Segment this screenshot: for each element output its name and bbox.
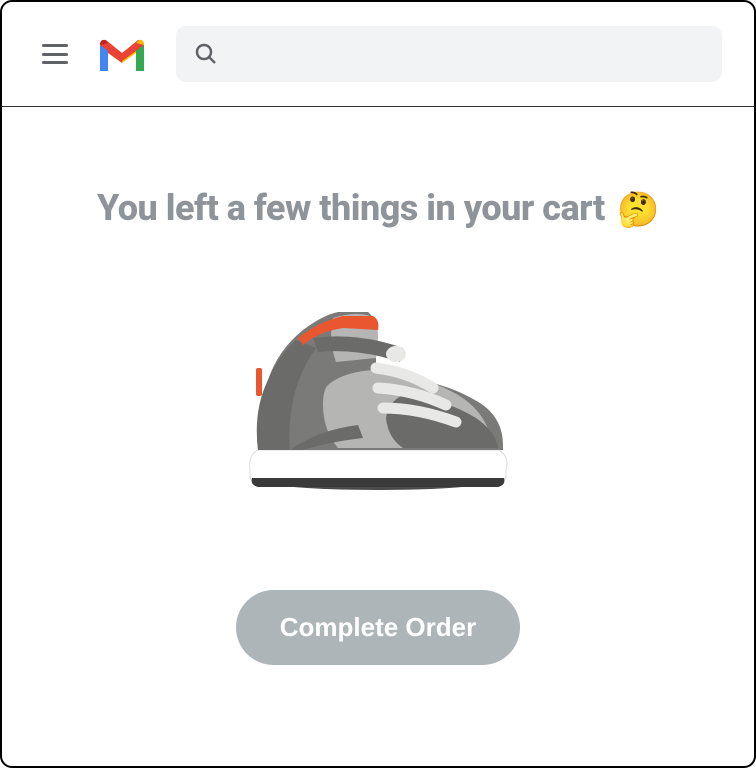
- thinking-face-emoji-icon: 🤔: [617, 190, 659, 230]
- product-image: [228, 290, 528, 510]
- search-bar[interactable]: [176, 26, 722, 82]
- email-body: You left a few things in your cart 🤔: [2, 107, 754, 705]
- hamburger-menu-icon[interactable]: [42, 44, 68, 64]
- search-icon: [194, 42, 218, 66]
- email-headline: You left a few things in your cart 🤔: [42, 187, 714, 230]
- gmail-logo-icon[interactable]: [96, 33, 148, 75]
- complete-order-button[interactable]: Complete Order: [236, 590, 521, 665]
- gmail-header: [2, 2, 754, 107]
- headline-text: You left a few things in your cart: [97, 187, 605, 229]
